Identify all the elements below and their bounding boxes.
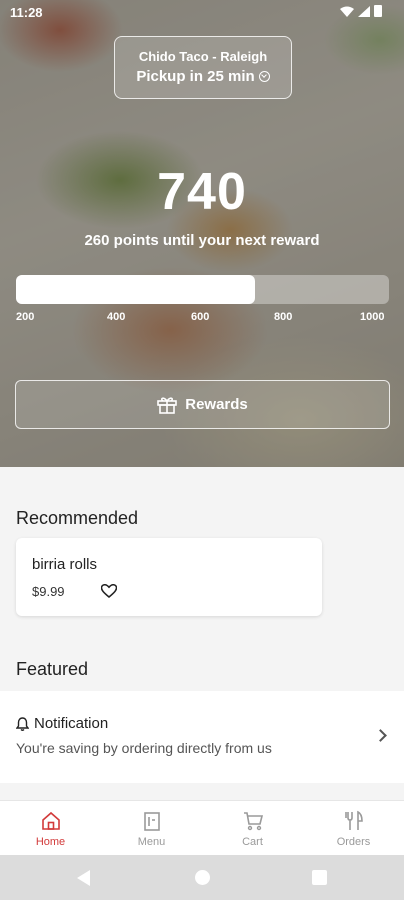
- pickup-label: Pickup in 25 min: [136, 68, 255, 85]
- signal-icon: [358, 5, 370, 17]
- home-icon: [41, 811, 60, 830]
- rewards-button[interactable]: Rewards: [15, 380, 390, 429]
- recommended-heading: Recommended: [16, 508, 139, 528]
- bell-icon: [16, 716, 29, 731]
- item-name: birria rolls: [32, 556, 98, 573]
- status-bar: 11:28: [0, 0, 404, 26]
- battery-icon: [374, 5, 382, 17]
- tick-label: 200: [16, 311, 35, 323]
- status-icons: [340, 5, 382, 17]
- notification-card[interactable]: Notification You're saving by ordering d…: [0, 691, 404, 783]
- tick-label: 800: [274, 311, 293, 323]
- points-balance: 740: [157, 163, 247, 221]
- rewards-progress-bar: [16, 275, 389, 304]
- store-selector[interactable]: Chido Taco - Raleigh Pickup in 25 min: [114, 36, 292, 99]
- recommended-item-card[interactable]: birria rolls $9.99: [16, 538, 322, 616]
- notification-body: You're saving by ordering directly from …: [16, 740, 272, 756]
- tick-label: 400: [107, 311, 126, 323]
- home-circle-icon[interactable]: [195, 870, 210, 885]
- nav-orders[interactable]: Orders: [303, 801, 404, 855]
- nav-cart[interactable]: Cart: [202, 801, 303, 855]
- pickup-time: Pickup in 25 min: [115, 68, 291, 85]
- rewards-progress-fill: [16, 275, 255, 304]
- item-price: $9.99: [32, 584, 65, 599]
- nav-menu[interactable]: Menu: [101, 801, 202, 855]
- nav-menu-label: Menu: [137, 836, 166, 848]
- status-time: 11:28: [10, 5, 43, 20]
- rewards-button-label: Rewards: [185, 396, 248, 413]
- back-icon[interactable]: [77, 870, 90, 886]
- nav-cart-label: Cart: [242, 836, 263, 848]
- tick-label: 600: [191, 311, 210, 323]
- featured-heading: Featured: [16, 659, 89, 679]
- heart-icon[interactable]: [101, 584, 117, 598]
- notification-title: Notification: [34, 715, 109, 732]
- rewards-hero: 11:28 Chido Taco - Raleigh Pickup in 25 …: [0, 0, 404, 467]
- cart-icon: [243, 812, 263, 831]
- chevron-right-icon: [374, 729, 387, 742]
- nav-home-label: Home: [35, 836, 66, 848]
- recent-apps-icon[interactable]: [312, 870, 327, 885]
- orders-icon: [344, 810, 363, 830]
- gift-icon: [157, 396, 178, 414]
- bottom-navigation: Home Menu Cart Orders: [0, 800, 404, 855]
- nav-home[interactable]: Home: [0, 801, 101, 855]
- store-name: Chido Taco - Raleigh: [138, 49, 268, 64]
- points-message: 260 points until your next reward: [84, 232, 320, 249]
- menu-icon: [143, 812, 160, 831]
- system-navigation-bar: [0, 855, 404, 900]
- tick-label: 1000: [360, 311, 385, 323]
- wifi-icon: [340, 6, 354, 17]
- notification-header: Notification: [16, 715, 108, 732]
- nav-orders-label: Orders: [336, 836, 371, 848]
- chevron-down-circle-icon: [258, 71, 270, 82]
- progress-ticks: 200 400 600 800 1000: [16, 311, 389, 325]
